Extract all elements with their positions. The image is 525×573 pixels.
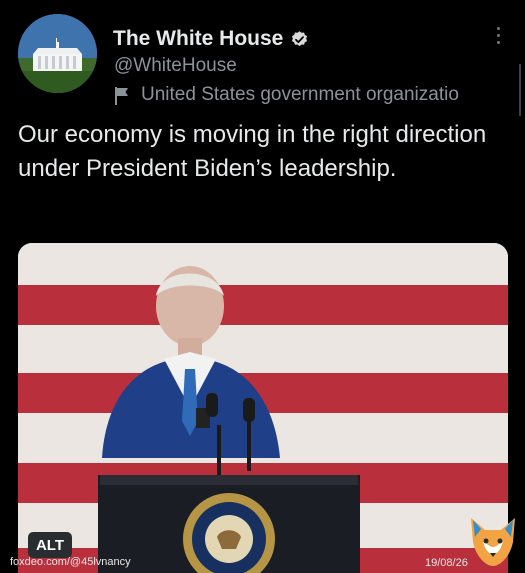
more-options-icon[interactable] xyxy=(497,27,501,48)
post-image[interactable] xyxy=(18,243,508,573)
fox-logo-icon xyxy=(471,518,515,566)
affiliation-text: United States government organizatio xyxy=(141,84,459,105)
avatar[interactable] xyxy=(18,14,97,93)
alt-badge[interactable]: ALT xyxy=(28,532,72,558)
verified-badge-icon xyxy=(292,30,308,46)
account-name[interactable]: The White House xyxy=(113,27,283,51)
post-text: Our economy is moving in the right direc… xyxy=(18,121,487,182)
date-stamp: 19/08/26 xyxy=(425,557,468,569)
gov-flag-icon xyxy=(115,86,128,105)
affiliation-label[interactable]: United States government organizatio xyxy=(114,84,459,106)
account-handle[interactable]: @WhiteHouse xyxy=(114,55,237,77)
podium xyxy=(98,475,360,573)
scrollbar[interactable] xyxy=(519,64,521,116)
watermark: foxdeo.com/@45lvnancy xyxy=(10,556,131,568)
